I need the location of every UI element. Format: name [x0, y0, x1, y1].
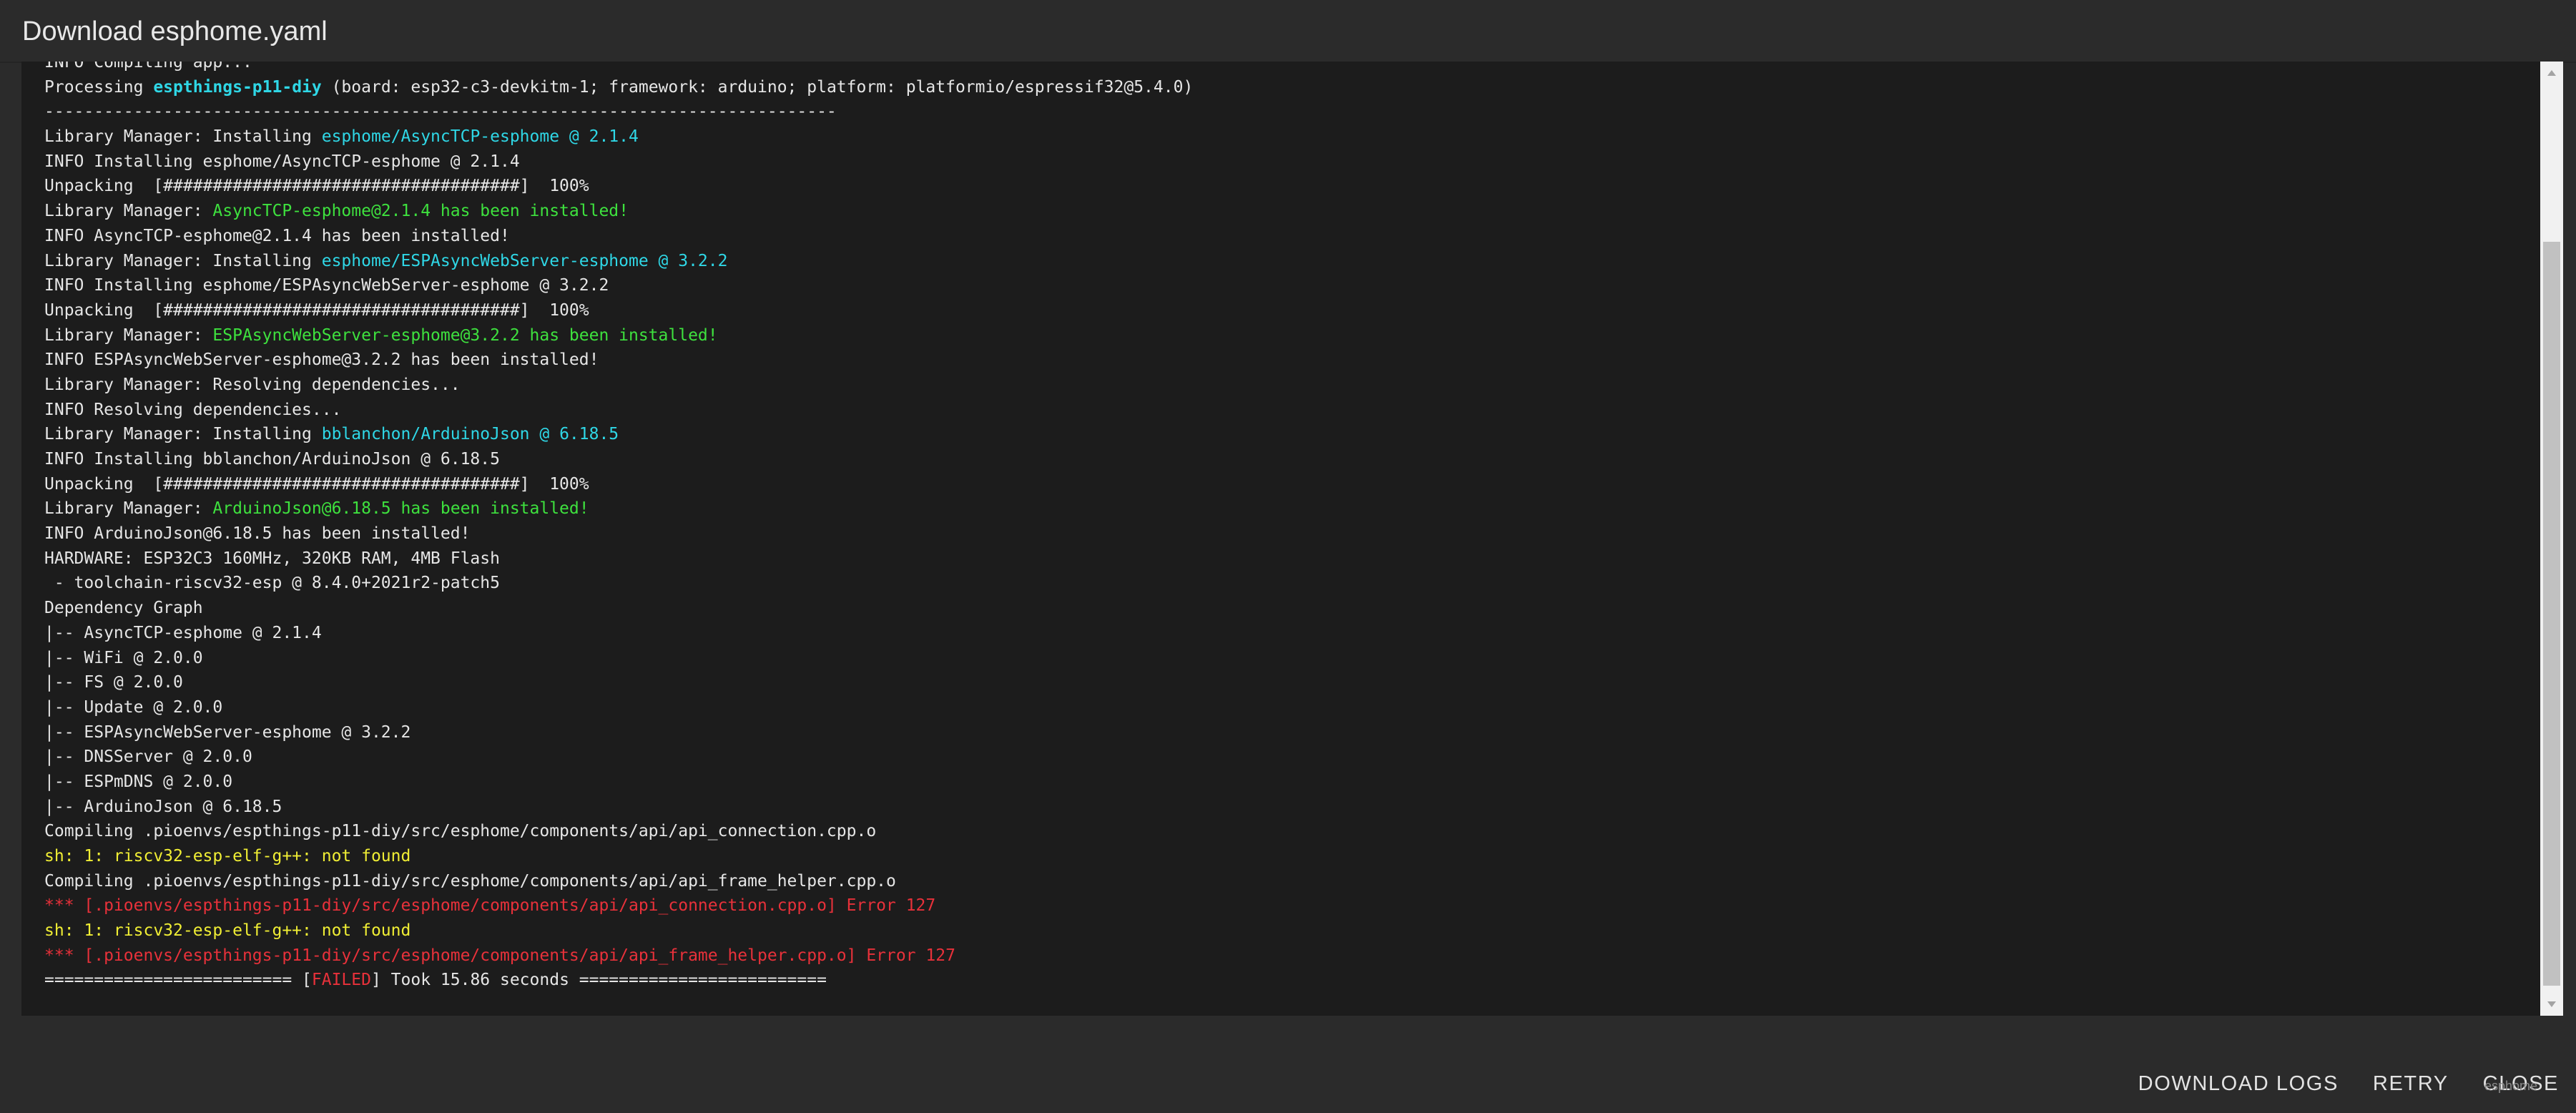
- log-segment: Library Manager: Resolving dependencies.…: [44, 375, 461, 394]
- log-segment: |-- AsyncTCP-esphome @ 2.1.4: [44, 623, 322, 642]
- log-line: Unpacking [#############################…: [44, 174, 2504, 199]
- log-segment: Dependency Graph: [44, 599, 203, 618]
- log-scrollbar[interactable]: [2540, 62, 2563, 1016]
- log-line: INFO ESPAsyncWebServer-esphome@3.2.2 has…: [44, 348, 2504, 373]
- log-segment: INFO ESPAsyncWebServer-esphome@3.2.2 has…: [44, 350, 599, 370]
- log-segment: Library Manager: Installing: [44, 127, 322, 147]
- log-line: Unpacking [#############################…: [44, 472, 2504, 497]
- log-line: Compiling .pioenvs/espthings-p11-diy/src…: [44, 869, 2504, 894]
- scroll-thumb[interactable]: [2543, 242, 2560, 986]
- log-segment: Compiling .pioenvs/espthings-p11-diy/src…: [44, 871, 896, 891]
- log-segment: Unpacking [#############################…: [44, 300, 589, 320]
- log-segment: sh: 1: riscv32-esp-elf-g++: not found: [44, 921, 411, 941]
- log-line: Library Manager: ArduinoJson@6.18.5 has …: [44, 496, 2504, 521]
- log-line: INFO AsyncTCP-esphome@2.1.4 has been ins…: [44, 224, 2504, 249]
- log-segment: |-- Update @ 2.0.0: [44, 697, 223, 717]
- log-line: |-- FS @ 2.0.0: [44, 670, 2504, 695]
- log-segment: Library Manager:: [44, 499, 213, 519]
- log-segment: Unpacking [#############################…: [44, 177, 589, 196]
- log-lines: INFO Compiling app... Processing espthing…: [44, 62, 2504, 993]
- log-line: Library Manager: Installing esphome/ESPA…: [44, 249, 2504, 274]
- log-line: |-- WiFi @ 2.0.0: [44, 646, 2504, 671]
- log-segment: Processing: [44, 77, 154, 97]
- log-segment: bblanchon/ArduinoJson @ 6.18.5: [321, 425, 619, 444]
- log-line: Library Manager: AsyncTCP-esphome@2.1.4 …: [44, 199, 2504, 224]
- log-line: INFO Installing bblanchon/ArduinoJson @ …: [44, 447, 2504, 472]
- log-line: sh: 1: riscv32-esp-elf-g++: not found: [44, 844, 2504, 869]
- log-line: ----------------------------------------…: [44, 99, 2504, 124]
- log-segment: *** [.pioenvs/espthings-p11-diy/src/esph…: [44, 946, 955, 965]
- log-segment: ] Took 15.86 seconds ===================…: [370, 971, 827, 990]
- log-segment: |-- ArduinoJson @ 6.18.5: [44, 797, 282, 816]
- log-segment: Library Manager: Installing: [44, 251, 322, 270]
- log-line: ========================= [FAILED] Took …: [44, 968, 2504, 993]
- log-line: Processing espthings-p11-diy (board: esp…: [44, 75, 2504, 100]
- log-line: HARDWARE: ESP32C3 160MHz, 320KB RAM, 4MB…: [44, 546, 2504, 572]
- log-segment: (board: esp32-c3-devkitm-1; framework: a…: [321, 77, 1194, 97]
- log-segment: |-- DNSServer @ 2.0.0: [44, 747, 252, 767]
- log-line: INFO Compiling app...: [44, 62, 2504, 75]
- log-segment: espthings-p11-diy: [153, 77, 322, 97]
- log-line: INFO Installing esphome/AsyncTCP-esphome…: [44, 149, 2504, 175]
- log-segment: INFO Installing esphome/ESPAsyncWebServe…: [44, 276, 609, 295]
- log-segment: INFO Resolving dependencies...: [44, 400, 342, 419]
- scroll-down-arrow-icon[interactable]: [2540, 993, 2563, 1016]
- log-segment: |-- FS @ 2.0.0: [44, 673, 183, 692]
- log-line: Library Manager: Resolving dependencies.…: [44, 373, 2504, 398]
- log-line: Dependency Graph: [44, 596, 2504, 621]
- log-line: INFO Resolving dependencies...: [44, 398, 2504, 423]
- log-segment: Compiling .pioenvs/espthings-p11-diy/src…: [44, 822, 877, 841]
- log-segment: Library Manager:: [44, 202, 213, 221]
- download-logs-button[interactable]: Download Logs: [2121, 1066, 2356, 1102]
- download-dialog: Download esphome.yaml INFO Compiling app…: [0, 0, 2576, 1113]
- log-segment: INFO ArduinoJson@6.18.5 has been install…: [44, 524, 471, 544]
- log-segment: Library Manager:: [44, 325, 213, 345]
- log-segment: INFO Compiling app...: [44, 62, 252, 72]
- log-segment: ESPAsyncWebServer-esphome@3.2.2 has been…: [212, 325, 718, 345]
- log-segment: esphome/AsyncTCP-esphome @ 2.1.4: [321, 127, 639, 147]
- log-line: |-- ArduinoJson @ 6.18.5: [44, 795, 2504, 820]
- log-segment: AsyncTCP-esphome@2.1.4 has been installe…: [212, 202, 629, 221]
- log-segment: - toolchain-riscv32-esp @ 8.4.0+2021r2-p…: [44, 574, 500, 593]
- log-line: INFO ArduinoJson@6.18.5 has been install…: [44, 521, 2504, 546]
- log-segment: INFO AsyncTCP-esphome@2.1.4 has been ins…: [44, 226, 510, 245]
- log-segment: esphome/ESPAsyncWebServer-esphome @ 3.2.…: [321, 251, 728, 270]
- log-line: Library Manager: Installing esphome/Asyn…: [44, 124, 2504, 149]
- log-segment: Library Manager: Installing: [44, 425, 322, 444]
- log-line: - toolchain-riscv32-esp @ 8.4.0+2021r2-p…: [44, 571, 2504, 596]
- log-line: Library Manager: Installing bblanchon/Ar…: [44, 422, 2504, 447]
- scroll-up-arrow-icon[interactable]: [2540, 62, 2563, 84]
- log-line: *** [.pioenvs/espthings-p11-diy/src/esph…: [44, 943, 2504, 969]
- log-terminal[interactable]: INFO Compiling app... Processing espthing…: [21, 62, 2540, 1016]
- log-segment: *** [.pioenvs/espthings-p11-diy/src/esph…: [44, 896, 936, 916]
- log-line: |-- AsyncTCP-esphome @ 2.1.4: [44, 621, 2504, 646]
- log-segment: |-- ESPmDNS @ 2.0.0: [44, 772, 233, 791]
- log-line: *** [.pioenvs/espthings-p11-diy/src/esph…: [44, 893, 2504, 918]
- log-segment: sh: 1: riscv32-esp-elf-g++: not found: [44, 847, 411, 866]
- log-segment: INFO Installing bblanchon/ArduinoJson @ …: [44, 450, 500, 469]
- log-line: sh: 1: riscv32-esp-elf-g++: not found: [44, 918, 2504, 943]
- log-segment: ========================= [: [44, 971, 312, 990]
- log-line: Unpacking [#############################…: [44, 298, 2504, 323]
- dialog-title: Download esphome.yaml: [22, 16, 328, 46]
- version-label: esphome: [2484, 1079, 2538, 1093]
- log-line: Library Manager: ESPAsyncWebServer-espho…: [44, 323, 2504, 348]
- log-line: |-- ESPmDNS @ 2.0.0: [44, 770, 2504, 795]
- log-line: |-- Update @ 2.0.0: [44, 695, 2504, 720]
- log-segment: |-- WiFi @ 2.0.0: [44, 648, 203, 667]
- log-line: |-- DNSServer @ 2.0.0: [44, 745, 2504, 770]
- log-segment: HARDWARE: ESP32C3 160MHz, 320KB RAM, 4MB…: [44, 549, 500, 568]
- log-line: INFO Installing esphome/ESPAsyncWebServe…: [44, 273, 2504, 298]
- log-line: Compiling .pioenvs/espthings-p11-diy/src…: [44, 819, 2504, 844]
- log-segment: FAILED: [311, 971, 371, 990]
- log-segment: ----------------------------------------…: [44, 102, 837, 122]
- log-segment: INFO Installing esphome/AsyncTCP-esphome…: [44, 152, 520, 171]
- log-segment: Unpacking [#############################…: [44, 474, 589, 494]
- log-segment: ArduinoJson@6.18.5 has been installed!: [212, 499, 589, 519]
- retry-button[interactable]: Retry: [2356, 1066, 2466, 1102]
- log-line: |-- ESPAsyncWebServer-esphome @ 3.2.2: [44, 720, 2504, 745]
- log-segment: |-- ESPAsyncWebServer-esphome @ 3.2.2: [44, 722, 411, 742]
